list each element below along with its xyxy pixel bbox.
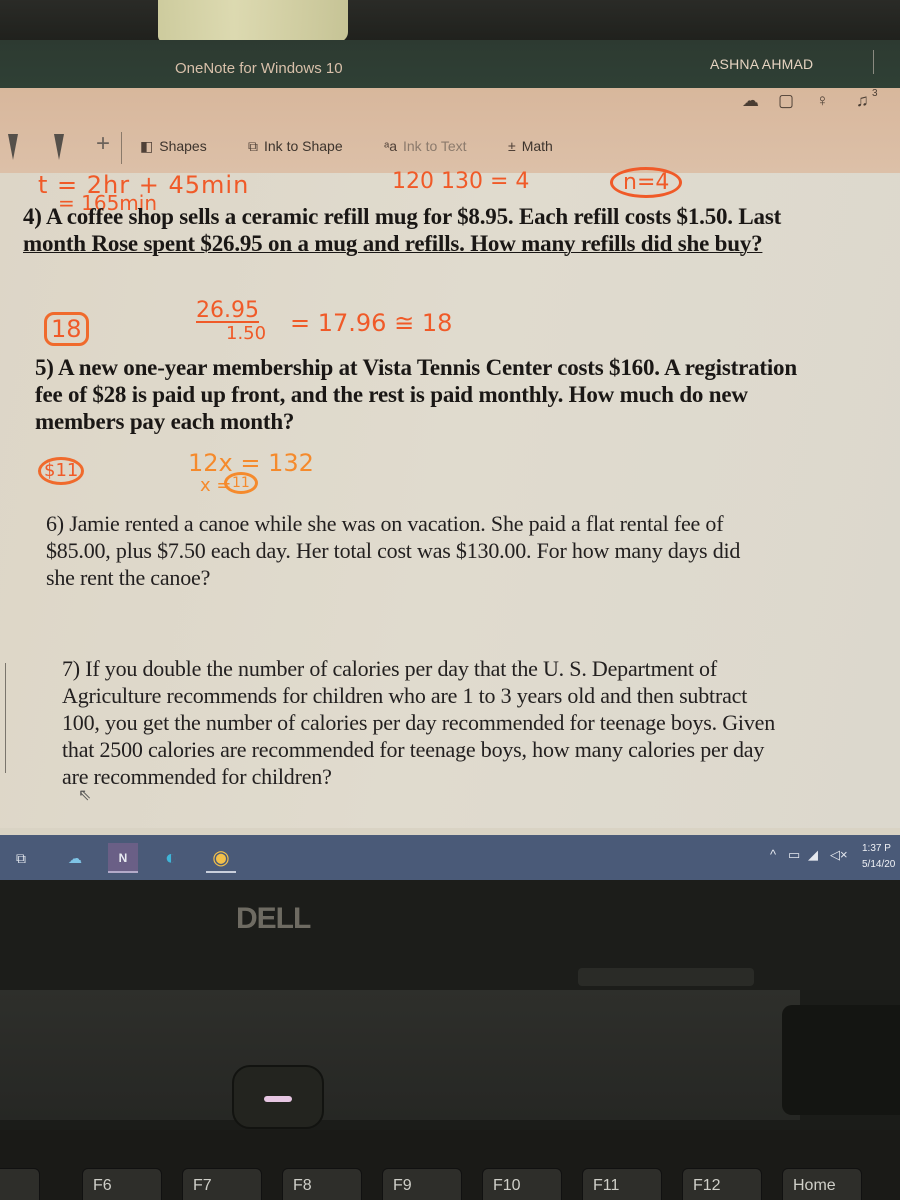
title-bar: OneNote for Windows 10 ASHNA AHMAD — [0, 40, 900, 88]
question-7-line: are recommended for children? — [62, 764, 332, 789]
laptop-hinge — [0, 990, 800, 1120]
ribbon-separator — [121, 132, 122, 164]
math-icon: ± — [508, 138, 516, 154]
question-7-line: 7) If you double the number of calories … — [62, 656, 717, 681]
math-label: Math — [521, 138, 553, 154]
titlebar-divider — [873, 50, 874, 74]
laptop-hinge-right — [782, 1005, 900, 1115]
chrome-browser-icon[interactable]: ◉ — [206, 843, 236, 873]
ink-to-shape-button[interactable]: ⧉ Ink to Shape — [248, 138, 343, 155]
math-button[interactable]: ± Math — [508, 138, 553, 154]
shapes-label: Shapes — [159, 138, 207, 154]
lightbulb-icon[interactable]: ♀ — [816, 91, 829, 111]
ink-to-text-button[interactable]: ᵃa Ink to Text — [384, 138, 467, 154]
note-page-canvas[interactable]: t = 2hr + 45min = 165min 120 130 = 4 n=4… — [0, 167, 900, 828]
onenote-app-icon[interactable]: N — [108, 843, 138, 873]
notification-count: 3 — [872, 88, 878, 99]
draw-ribbon: ☁ ▢ ♀ ♫ 3 + ◧ Shapes ⧉ Ink to Shape ᵃa Ink … — [0, 88, 900, 173]
volume-muted-icon[interactable]: ◁× — [830, 847, 848, 863]
power-button[interactable] — [232, 1065, 324, 1129]
question-7-line: Agriculture recommends for children who … — [62, 683, 748, 708]
power-led — [264, 1096, 292, 1102]
ink-calc-top: 120 130 = 4 — [392, 169, 530, 194]
key-home[interactable]: Home — [782, 1168, 862, 1200]
ink-q4-result: = 17.96 ≅ 18 — [290, 309, 453, 337]
question-6: 6) Jamie rented a canoe while she was on… — [46, 510, 740, 591]
battery-icon[interactable]: ▭ — [788, 847, 800, 863]
tape-strip — [158, 0, 348, 42]
ink-to-text-icon: ᵃa — [384, 138, 397, 154]
laptop-bezel-bottom: DELL — [0, 880, 900, 990]
question-6-line: $85.00, plus $7.50 each day. Her total c… — [46, 538, 741, 563]
question-4: 4) A coffee shop sells a ceramic refill … — [23, 203, 781, 257]
question-4-line: month Rose spent $26.95 on a mug and ref… — [23, 231, 763, 256]
ink-to-shape-icon: ⧉ — [248, 138, 258, 154]
ink-answer-top: n=4 — [610, 167, 683, 198]
key-f9[interactable]: F9 — [382, 1168, 462, 1200]
laptop-bezel-top — [0, 0, 900, 42]
question-6-line: 6) Jamie rented a canoe while she was on… — [46, 511, 724, 536]
ink-to-shape-label: Ink to Shape — [264, 138, 343, 154]
task-view-icon[interactable]: ⧉ — [6, 843, 36, 873]
pen-tool-2[interactable] — [54, 134, 64, 162]
windows-taskbar: ⧉ ☁ N ◐ ◉ ^ ▭ ◢ ◁× 1:37 P 5/14/20 — [0, 835, 900, 880]
ink-answer-q4: 18 — [44, 312, 89, 346]
onedrive-icon[interactable]: ☁ — [60, 843, 90, 873]
page-left-rule — [5, 663, 6, 773]
key-f6[interactable]: F6 — [82, 1168, 162, 1200]
ink-q5-equation: 12x = 132 — [188, 449, 314, 477]
shapes-icon: ◧ — [140, 138, 154, 154]
ink-q4-numerator: 26.95 — [196, 298, 259, 323]
key-f11[interactable]: F11 — [582, 1168, 662, 1200]
ink-q4-denominator: 1.50 — [226, 323, 267, 344]
key-f12[interactable]: F12 — [682, 1168, 762, 1200]
account-name[interactable]: ASHNA AHMAD — [710, 56, 813, 72]
question-6-line: she rent the canoe? — [46, 565, 211, 590]
system-clock[interactable]: 1:37 P 5/14/20 — [862, 841, 895, 873]
draw-tools: + ◧ Shapes ⧉ Ink to Shape ᵃa Ink to Text ± M… — [0, 130, 620, 166]
question-5-line: 5) A new one-year membership at Vista Te… — [35, 355, 797, 380]
question-5-line: fee of $28 is paid up front, and the res… — [35, 382, 748, 407]
key-f7[interactable]: F7 — [182, 1168, 262, 1200]
hinge-slot — [578, 968, 754, 986]
mouse-cursor-icon: ⇖ — [78, 787, 92, 804]
question-7: 7) If you double the number of calories … — [62, 655, 775, 790]
ink-to-text-label: Ink to Text — [403, 138, 467, 154]
key-f8[interactable]: F8 — [282, 1168, 362, 1200]
bell-notification-icon[interactable]: ♫ — [856, 91, 869, 111]
add-pen-button[interactable]: + — [96, 130, 110, 158]
shapes-button[interactable]: ◧ Shapes — [140, 138, 207, 155]
wifi-icon[interactable]: ◢ — [808, 847, 818, 863]
key-f5[interactable]: F5 — [0, 1168, 40, 1200]
question-7-line: that 2500 calories are recommended for t… — [62, 737, 765, 762]
question-4-line: 4) A coffee shop sells a ceramic refill … — [23, 204, 782, 229]
ribbon-top-icons: ☁ ▢ ♀ ♫ 3 — [700, 88, 900, 122]
question-7-line: 100, you get the number of calories per … — [62, 710, 776, 735]
pen-tool-1[interactable] — [8, 134, 18, 162]
app-title: OneNote for Windows 10 — [175, 60, 343, 77]
sync-cloud-icon[interactable]: ☁ — [742, 91, 759, 111]
laptop-screen: OneNote for Windows 10 ASHNA AHMAD ☁ ▢ ♀… — [0, 40, 900, 880]
tray-chevron-icon[interactable]: ^ — [770, 847, 776, 862]
question-5-line: members pay each month? — [35, 409, 295, 434]
clock-date: 5/14/20 — [862, 859, 896, 870]
ink-answer-q5: $11 — [38, 457, 85, 485]
key-f10[interactable]: F10 — [482, 1168, 562, 1200]
edge-browser-icon[interactable]: ◐ — [156, 843, 186, 873]
clock-time: 1:37 P — [862, 843, 891, 854]
dell-logo: DELL — [236, 902, 311, 935]
question-5: 5) A new one-year membership at Vista Te… — [35, 354, 797, 435]
notebook-pages-icon[interactable]: ▢ — [778, 91, 794, 111]
ink-q5-x-value: 11 — [224, 472, 258, 494]
